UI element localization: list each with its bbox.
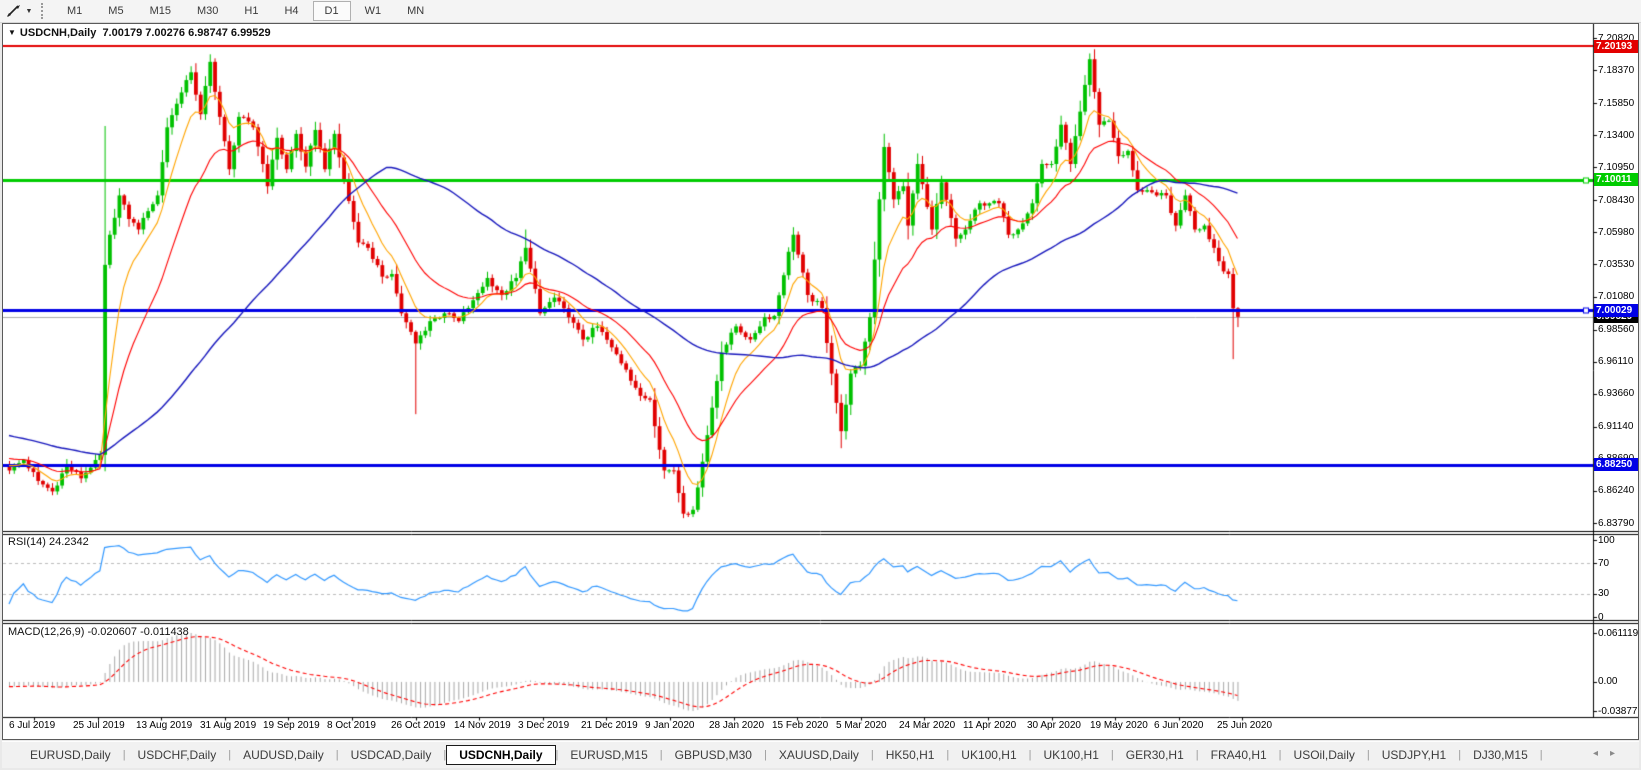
price-chart-canvas[interactable] xyxy=(3,24,1638,739)
chart-tab-UK100-H1[interactable]: UK100,H1 xyxy=(949,745,1028,765)
date-axis-label: 25 Jul 2019 xyxy=(73,720,125,731)
timeframe-button-M15[interactable]: M15 xyxy=(138,1,183,21)
date-axis-label: 19 May 2020 xyxy=(1090,720,1148,731)
top-toolbar: ▼ M1 M5 M15 M30 H1 H4 D1 W1 MN xyxy=(0,0,1641,23)
chart-tab-DJ30-M15[interactable]: DJ30,M15 xyxy=(1461,745,1540,765)
trendline-cursor-icon xyxy=(6,5,20,17)
chart-tab-USDCNH-Daily[interactable]: USDCNH,Daily xyxy=(446,745,556,765)
price-axis-label: 6.98560 xyxy=(1598,324,1635,336)
date-axis-label: 24 Mar 2020 xyxy=(899,720,956,731)
price-axis-label: 7.15850 xyxy=(1598,97,1635,109)
timeframe-button-M1[interactable]: M1 xyxy=(55,1,94,21)
timeframe-button-MN[interactable]: MN xyxy=(395,1,436,21)
date-axis-label: 8 Oct 2019 xyxy=(327,720,376,731)
price-axis-label: 7.05980 xyxy=(1598,226,1635,238)
tab-scroll-left-icon[interactable]: ◂ xyxy=(1593,748,1610,759)
chart-tab-HK50-H1[interactable]: HK50,H1 xyxy=(874,745,947,765)
timeframe-button-D1[interactable]: D1 xyxy=(312,1,351,21)
date-axis-label: 28 Jan 2020 xyxy=(709,720,765,731)
chart-tab-GBPUSD-M30[interactable]: GBPUSD,M30 xyxy=(663,745,764,765)
rsi-axis-label: 100 xyxy=(1598,534,1615,546)
hline-price-badge: 7.20193 xyxy=(1594,39,1638,53)
date-axis-label: 26 Oct 2019 xyxy=(391,720,446,731)
price-axis-label: 7.10950 xyxy=(1598,161,1635,173)
hline-price-badge: 6.88250 xyxy=(1594,458,1638,472)
chart-tab-FRA40-H1[interactable]: FRA40,H1 xyxy=(1199,745,1279,765)
timeframe-button-H4[interactable]: H4 xyxy=(272,1,310,21)
date-axis-label: 14 Nov 2019 xyxy=(454,720,511,731)
chart-tab-GER30-H1[interactable]: GER30,H1 xyxy=(1114,745,1196,765)
chart-tab-USDJPY-H1[interactable]: USDJPY,H1 xyxy=(1370,745,1458,765)
timeframe-button-W1[interactable]: W1 xyxy=(353,1,394,21)
chart-tab-XAUUSD-Daily[interactable]: XAUUSD,Daily xyxy=(767,745,871,765)
price-axis-label: 7.13400 xyxy=(1598,129,1635,141)
hline-price-badge: 7.10011 xyxy=(1594,173,1638,187)
date-axis-label: 6 Jul 2019 xyxy=(9,720,56,731)
timeframe-button-M5[interactable]: M5 xyxy=(96,1,135,21)
timeframe-button-M30[interactable]: M30 xyxy=(185,1,230,21)
chart-tab-USDCAD-Daily[interactable]: USDCAD,Daily xyxy=(339,745,444,765)
chart-tab-AUDUSD-Daily[interactable]: AUDUSD,Daily xyxy=(231,745,336,765)
price-axis-label: 7.01080 xyxy=(1598,291,1635,303)
macd-axis-zero-label: 0.00 xyxy=(1598,676,1618,688)
timeframe-button-group: M1 M5 M15 M30 H1 H4 D1 W1 MN xyxy=(54,1,437,21)
chart-title-caret-icon[interactable]: ▼ xyxy=(8,28,16,37)
macd-axis-max-label: 0.061119 xyxy=(1598,627,1639,639)
price-axis-label: 6.86240 xyxy=(1598,485,1635,497)
date-axis-label: 15 Feb 2020 xyxy=(772,720,829,731)
chart-window: ▼ USDCNH,Daily 7.00179 7.00276 6.98747 6.… xyxy=(2,23,1639,740)
price-axis-label: 6.91140 xyxy=(1598,421,1634,433)
rsi-indicator-label: RSI(14) 24.2342 xyxy=(8,536,89,548)
date-axis-label: 21 Dec 2019 xyxy=(581,720,638,731)
chart-tab-EURUSD-M15[interactable]: EURUSD,M15 xyxy=(558,745,659,765)
date-axis-label: 11 Apr 2020 xyxy=(963,720,1017,731)
price-axis-label: 7.03530 xyxy=(1598,258,1635,270)
hline-price-badge: 7.00029 xyxy=(1594,303,1638,317)
chart-title: ▼ USDCNH,Daily 7.00179 7.00276 6.98747 6.… xyxy=(8,27,271,39)
tab-separator: | xyxy=(1539,749,1543,761)
date-axis-label: 30 Apr 2020 xyxy=(1027,720,1081,731)
rsi-axis-label: 30 xyxy=(1598,588,1610,600)
chart-tab-USDCHF-Daily[interactable]: USDCHF,Daily xyxy=(126,745,229,765)
rsi-axis-label: 70 xyxy=(1598,557,1610,569)
date-axis-label: 6 Jun 2020 xyxy=(1154,720,1204,731)
date-axis-label: 25 Jun 2020 xyxy=(1217,720,1273,731)
price-axis-label: 6.93660 xyxy=(1598,388,1635,400)
macd-indicator-label: MACD(12,26,9) -0.020607 -0.011438 xyxy=(8,626,189,638)
price-axis-label: 6.96110 xyxy=(1598,356,1634,368)
price-axis-label: 7.18370 xyxy=(1598,64,1635,76)
chart-tab-UK100-H1[interactable]: UK100,H1 xyxy=(1032,745,1111,765)
date-axis-label: 5 Mar 2020 xyxy=(836,720,887,731)
chart-tab-EURUSD-Daily[interactable]: EURUSD,Daily xyxy=(18,745,123,765)
date-axis-label: 3 Dec 2019 xyxy=(518,720,570,731)
chart-title-text: USDCNH,Daily 7.00179 7.00276 6.98747 6.9… xyxy=(19,27,271,39)
price-axis-label: 6.83790 xyxy=(1598,517,1635,529)
macd-axis-min-label: -0.038777 xyxy=(1598,705,1639,717)
caret-down-icon[interactable]: ▼ xyxy=(23,8,35,15)
date-axis-label: 9 Jan 2020 xyxy=(645,720,695,731)
date-axis-label: 19 Sep 2019 xyxy=(263,720,320,731)
tab-scroll-right-icon[interactable]: ▸ xyxy=(1610,748,1627,759)
chart-tab-USOil-Daily[interactable]: USOil,Daily xyxy=(1282,745,1367,765)
timeframe-button-H1[interactable]: H1 xyxy=(232,1,270,21)
chart-tab-bar: EURUSD,Daily | USDCHF,Daily | AUDUSD,Daily | U… xyxy=(2,741,1639,768)
price-axis-label: 7.08430 xyxy=(1598,194,1635,206)
toolbar-grip-handle xyxy=(41,3,46,19)
date-axis-label: 31 Aug 2019 xyxy=(200,720,257,731)
date-axis-label: 13 Aug 2019 xyxy=(136,720,193,731)
trendline-tool-button[interactable] xyxy=(3,1,23,21)
rsi-axis-label: 0 xyxy=(1598,611,1604,623)
